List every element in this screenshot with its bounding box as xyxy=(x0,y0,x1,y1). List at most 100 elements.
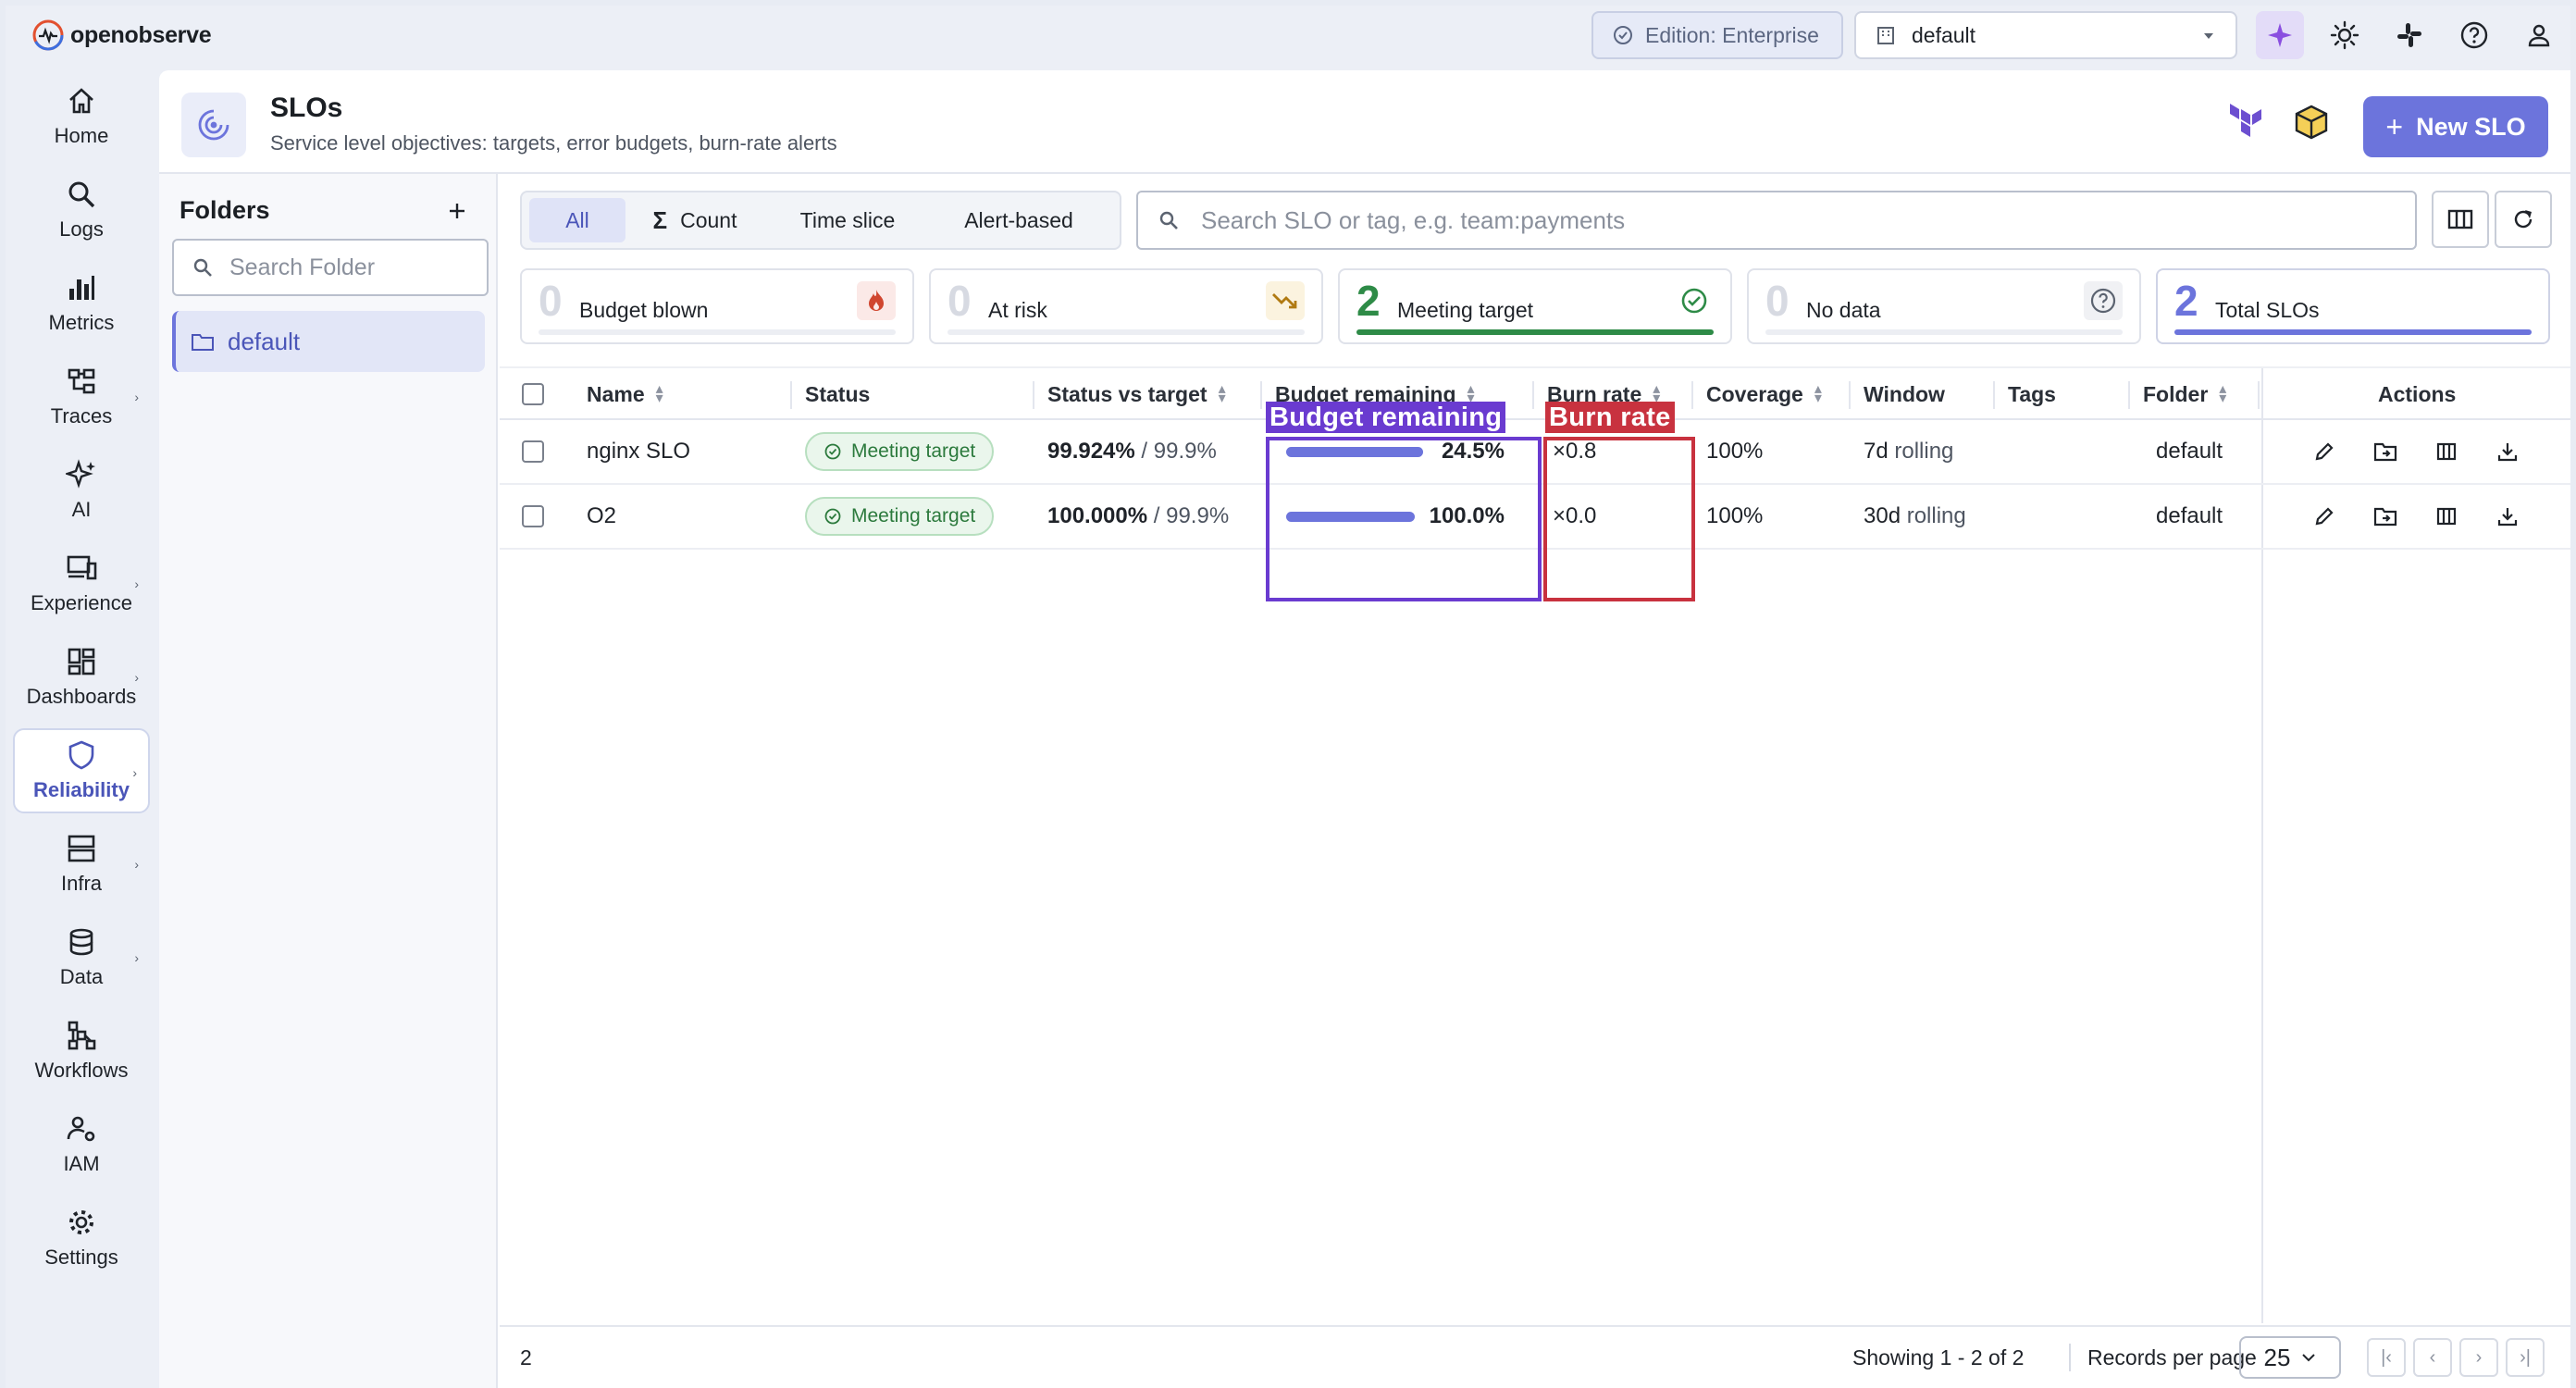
edit-button[interactable] xyxy=(2306,498,2343,535)
search-icon xyxy=(1159,211,1178,229)
col-status-vs-target[interactable]: Status vs target ▴ ▾ xyxy=(1047,368,1226,420)
columns-icon xyxy=(2447,209,2473,229)
last-page-button[interactable]: ›| xyxy=(2506,1338,2545,1377)
col-coverage[interactable]: Coverage ▴ ▾ xyxy=(1706,368,1822,420)
stat-at-risk[interactable]: 0 At risk xyxy=(929,268,1323,344)
move-to-folder-button[interactable] xyxy=(2367,433,2404,470)
slo-search-field[interactable] xyxy=(1136,191,2417,250)
folders-title: Folders xyxy=(180,196,270,224)
nav-item-home[interactable]: Home xyxy=(13,74,150,159)
columns-button[interactable] xyxy=(2432,191,2489,248)
nav-item-iam[interactable]: IAM xyxy=(13,1102,150,1187)
folder-search-input[interactable] xyxy=(229,254,470,281)
burn-rate: ×0.0 xyxy=(1553,503,1597,528)
tab-alert-based[interactable]: Alert-based xyxy=(931,198,1107,242)
stat-total-slos[interactable]: 2 Total SLOs xyxy=(2156,268,2550,344)
tab-all[interactable]: All xyxy=(529,198,625,242)
bar-chart-icon xyxy=(69,276,94,300)
stat-bar xyxy=(947,329,1305,335)
stat-value: 0 xyxy=(539,277,563,325)
stat-value: 2 xyxy=(1356,277,1381,325)
traces-icon xyxy=(68,368,95,394)
col-folder[interactable]: Folder ▴ ▾ xyxy=(2143,368,2226,420)
nav-label: Logs xyxy=(59,217,104,241)
add-folder-button[interactable] xyxy=(439,192,476,229)
shield-icon xyxy=(68,740,94,770)
nav-item-metrics[interactable]: Metrics xyxy=(13,261,150,346)
nav-item-logs[interactable]: Logs xyxy=(13,167,150,253)
nav-item-workflows[interactable]: Workflows xyxy=(13,1009,150,1094)
stat-value: 0 xyxy=(947,277,972,325)
window-label: rolling xyxy=(1894,439,1954,464)
window: 30d rolling xyxy=(1864,485,1966,548)
nav-item-reliability[interactable]: Reliability › xyxy=(13,728,150,813)
status-badge: Meeting target xyxy=(805,485,995,548)
stat-budget-blown[interactable]: 0 Budget blown xyxy=(520,268,914,344)
download-button[interactable] xyxy=(2489,498,2526,535)
stat-no-data[interactable]: 0 No data xyxy=(1747,268,2141,344)
next-page-button[interactable]: › xyxy=(2459,1338,2498,1377)
prev-page-button[interactable]: ‹ xyxy=(2413,1338,2452,1377)
user-menu-button[interactable] xyxy=(2515,11,2563,59)
table-row[interactable]: nginx SLO Meeting target 99.924% / 99.9%… xyxy=(500,420,2570,485)
download-button[interactable] xyxy=(2489,433,2526,470)
select-all-checkbox[interactable] xyxy=(522,368,544,420)
move-to-folder-button[interactable] xyxy=(2367,498,2404,535)
terraform-button[interactable] xyxy=(2223,98,2271,146)
refresh-button[interactable] xyxy=(2495,191,2552,248)
package-button[interactable] xyxy=(2287,98,2335,146)
stat-label: Budget blown xyxy=(579,298,709,322)
table-row[interactable]: O2 Meeting target 100.000% / 99.9% 100.0… xyxy=(500,485,2570,550)
stat-label: Total SLOs xyxy=(2215,298,2320,322)
ai-assistant-button[interactable] xyxy=(2256,11,2304,59)
edit-button[interactable] xyxy=(2306,433,2343,470)
folder-item-default[interactable]: default xyxy=(172,311,485,372)
nav-item-traces[interactable]: Traces › xyxy=(13,354,150,440)
help-button[interactable] xyxy=(2450,11,2498,59)
theme-toggle-button[interactable] xyxy=(2321,11,2369,59)
nav-item-settings[interactable]: Settings xyxy=(13,1196,150,1281)
tab-time-slice[interactable]: Time slice xyxy=(764,198,931,242)
budget-value: 100.0% xyxy=(1429,503,1505,528)
nav-label: Traces xyxy=(50,404,113,428)
col-window[interactable]: Window xyxy=(1864,368,1945,420)
col-name[interactable]: Name ▴ ▾ xyxy=(587,368,663,420)
stat-meeting-target[interactable]: 2 Meeting target xyxy=(1338,268,1732,344)
nav-item-data[interactable]: Data › xyxy=(13,915,150,1000)
caret-down-icon xyxy=(2204,33,2213,39)
chevron-right-icon: › xyxy=(132,765,137,780)
help-icon xyxy=(2460,21,2488,49)
nav-label: Reliability xyxy=(33,778,130,801)
slo-name[interactable]: nginx SLO xyxy=(587,420,690,483)
records-per-page-select[interactable]: 25 xyxy=(2239,1336,2341,1379)
col-tags[interactable]: Tags xyxy=(2008,368,2056,420)
col-status[interactable]: Status xyxy=(805,368,870,420)
budget-bar xyxy=(1286,511,1415,522)
package-icon xyxy=(2295,105,2328,140)
folder: default xyxy=(2156,503,2223,528)
slack-button[interactable] xyxy=(2385,11,2434,59)
folder-search-field[interactable] xyxy=(172,239,489,296)
target-value: / 99.9% xyxy=(1153,503,1230,528)
nav-item-experience[interactable]: Experience › xyxy=(13,541,150,626)
table-footer: 2 Showing 1 - 2 of 2 Records per page 25… xyxy=(500,1325,2570,1388)
row-checkbox[interactable] xyxy=(522,485,544,548)
org-selector[interactable]: default xyxy=(1854,11,2237,59)
nav-item-ai[interactable]: AI xyxy=(13,448,150,533)
tab-count[interactable]: Σ Count xyxy=(625,198,764,242)
row-checkbox[interactable] xyxy=(522,420,544,483)
nav-item-dashboards[interactable]: Dashboards › xyxy=(13,635,150,720)
brand-logo[interactable]: openobserve xyxy=(31,19,212,52)
pause-button[interactable] xyxy=(2428,498,2465,535)
edition-badge[interactable]: Edition: Enterprise xyxy=(1591,11,1843,59)
slo-search-input[interactable] xyxy=(1201,205,2404,235)
first-page-button[interactable]: |‹ xyxy=(2367,1338,2406,1377)
users-icon xyxy=(67,1116,95,1142)
new-slo-button[interactable]: + New SLO xyxy=(2363,96,2548,157)
burn-rate-annotation-label: Burn rate xyxy=(1545,402,1675,433)
showing-text: Showing 1 - 2 of 2 xyxy=(1852,1345,2025,1369)
pause-button[interactable] xyxy=(2428,433,2465,470)
nav-item-infra[interactable]: Infra › xyxy=(13,822,150,907)
page-title: SLOs xyxy=(270,93,343,123)
slo-name[interactable]: O2 xyxy=(587,485,616,548)
